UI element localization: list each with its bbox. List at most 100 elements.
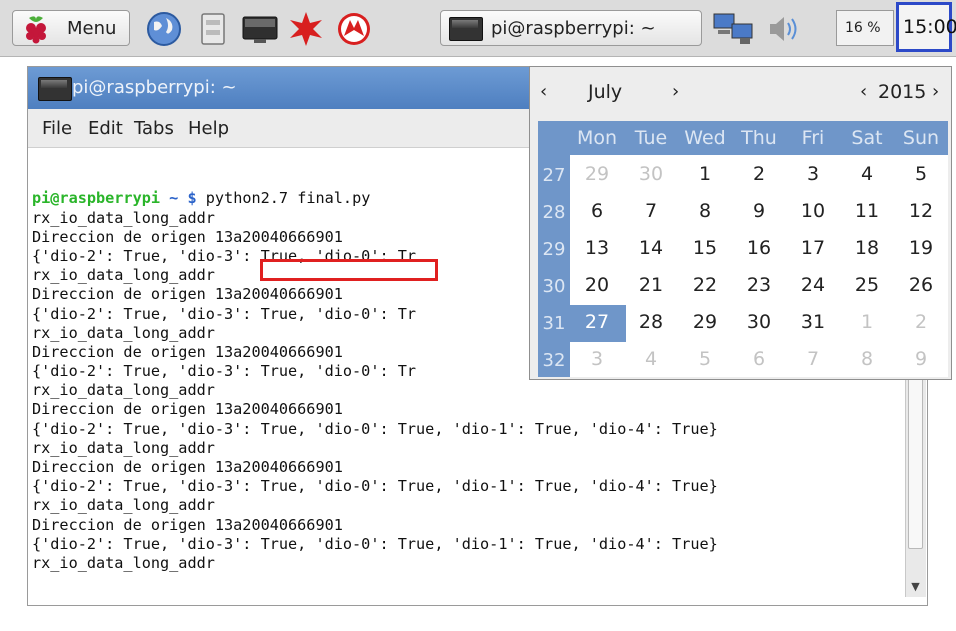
calendar-day[interactable]: 9 bbox=[732, 200, 786, 222]
calendar-day[interactable]: 17 bbox=[786, 237, 840, 259]
calendar-day[interactable]: 2 bbox=[894, 311, 948, 333]
calendar-day[interactable]: 11 bbox=[840, 200, 894, 222]
month-label: July bbox=[588, 81, 623, 103]
volume-icon[interactable] bbox=[764, 10, 804, 48]
weekday-sun: Sun bbox=[902, 127, 940, 149]
prev-year-button[interactable]: ‹ bbox=[860, 81, 867, 102]
cpu-usage-label: 16 % bbox=[845, 20, 881, 36]
calendar-day[interactable]: 7 bbox=[786, 348, 840, 370]
output-line: rx_io_data_long_addr bbox=[32, 381, 215, 400]
prompt-user: pi@raspberrypi bbox=[32, 189, 161, 208]
weekday-thu: Thu bbox=[741, 127, 777, 149]
output-line: Direccion de origen 13a20040666901 bbox=[32, 515, 343, 534]
terminal-icon[interactable] bbox=[240, 10, 280, 48]
calendar-day[interactable]: 22 bbox=[678, 274, 732, 296]
next-month-button[interactable]: › bbox=[672, 81, 679, 102]
terminal-icon bbox=[38, 77, 72, 101]
calendar-day[interactable]: 9 bbox=[894, 348, 948, 370]
output-line: {'dio-2': True, 'dio-3': True, 'dio-0': … bbox=[32, 419, 718, 438]
calendar-day[interactable]: 4 bbox=[624, 348, 678, 370]
weekday-header: Mon Tue Wed Thu Fri Sat Sun bbox=[570, 121, 948, 155]
week-number-column: 27 28 29 30 31 32 bbox=[538, 121, 570, 377]
web-browser-icon[interactable] bbox=[144, 10, 184, 48]
calendar-day[interactable]: 13 bbox=[570, 237, 624, 259]
terminal-icon bbox=[449, 17, 483, 41]
calendar-day[interactable]: 30 bbox=[624, 163, 678, 185]
prev-month-button[interactable]: ‹ bbox=[540, 81, 547, 102]
calendar-day[interactable]: 4 bbox=[840, 163, 894, 185]
network-icon[interactable] bbox=[712, 10, 756, 48]
calendar-day[interactable]: 30 bbox=[732, 311, 786, 333]
calendar-day[interactable]: 5 bbox=[678, 348, 732, 370]
menu-file[interactable]: File bbox=[42, 118, 72, 139]
calendar-day[interactable]: 31 bbox=[786, 311, 840, 333]
scroll-down-arrow-icon[interactable]: ▼ bbox=[908, 579, 923, 594]
clock-time: 15:00 bbox=[903, 16, 956, 38]
menu-help[interactable]: Help bbox=[188, 118, 229, 139]
calendar-day[interactable]: 16 bbox=[732, 237, 786, 259]
calendar-day[interactable]: 29 bbox=[570, 163, 624, 185]
calendar-day[interactable]: 3 bbox=[786, 163, 840, 185]
output-line: rx_io_data_long_addr bbox=[32, 438, 215, 457]
cpu-monitor[interactable]: 16 % bbox=[836, 10, 894, 46]
calendar-day[interactable]: 26 bbox=[894, 274, 948, 296]
calendar-day[interactable]: 1 bbox=[678, 163, 732, 185]
calendar-day[interactable]: 28 bbox=[624, 311, 678, 333]
next-year-button[interactable]: › bbox=[932, 81, 939, 102]
menu-button[interactable]: Menu bbox=[12, 10, 130, 46]
calendar-day[interactable]: 10 bbox=[786, 200, 840, 222]
calendar-day[interactable]: 19 bbox=[894, 237, 948, 259]
year-label: 2015 bbox=[878, 81, 927, 103]
prompt-dir: ~ $ bbox=[169, 189, 197, 208]
address-highlight-box bbox=[260, 259, 438, 281]
output-line: rx_io_data_long_addr bbox=[32, 553, 215, 572]
weekday-mon: Mon bbox=[576, 127, 618, 149]
output-line: {'dio-2': True, 'dio-3': True, 'dio-0': … bbox=[32, 477, 718, 496]
calendar-day[interactable]: 24 bbox=[786, 274, 840, 296]
output-line: Direccion de origen 13a20040666901 bbox=[32, 458, 343, 477]
output-line: {'dio-2': True, 'dio-3': True, 'dio-0': … bbox=[32, 534, 718, 553]
calendar-day[interactable]: 27 bbox=[570, 311, 624, 333]
calendar-day[interactable]: 6 bbox=[570, 200, 624, 222]
window-title: pi@raspberrypi: ~ bbox=[72, 77, 237, 98]
menu-label: Menu bbox=[67, 18, 117, 39]
week-number: 32 bbox=[542, 350, 566, 371]
week-number: 29 bbox=[542, 239, 566, 260]
calendar-day[interactable]: 6 bbox=[732, 348, 786, 370]
calendar-day[interactable]: 14 bbox=[624, 237, 678, 259]
calendar-header: ‹ July › ‹ 2015 › bbox=[530, 67, 951, 119]
calendar-day[interactable]: 15 bbox=[678, 237, 732, 259]
task-label: pi@raspberrypi: ~ bbox=[491, 18, 656, 39]
weekday-tue: Tue bbox=[634, 127, 668, 149]
calendar-day[interactable]: 2 bbox=[732, 163, 786, 185]
mathematica-icon[interactable] bbox=[286, 10, 326, 48]
week-number: 27 bbox=[542, 165, 566, 186]
calendar-day[interactable]: 23 bbox=[732, 274, 786, 296]
menu-edit[interactable]: Edit bbox=[88, 118, 123, 139]
file-manager-icon[interactable] bbox=[192, 10, 232, 48]
menu-tabs[interactable]: Tabs bbox=[134, 118, 174, 139]
calendar-day[interactable]: 3 bbox=[570, 348, 624, 370]
calendar-day[interactable]: 18 bbox=[840, 237, 894, 259]
calendar-day[interactable]: 1 bbox=[840, 311, 894, 333]
raspberry-icon bbox=[26, 16, 46, 44]
calendar-day[interactable]: 5 bbox=[894, 163, 948, 185]
weekday-wed: Wed bbox=[684, 127, 726, 149]
terminal-task-button[interactable]: pi@raspberrypi: ~ bbox=[440, 10, 702, 46]
calendar-day[interactable]: 12 bbox=[894, 200, 948, 222]
calendar-popup: ‹ July › ‹ 2015 › 27 28 29 30 31 32 Mon Tue Wed… bbox=[529, 66, 952, 380]
output-line: rx_io_data_long_addr bbox=[32, 496, 215, 515]
calendar-day[interactable]: 8 bbox=[678, 200, 732, 222]
calendar-day[interactable]: 25 bbox=[840, 274, 894, 296]
calendar-day[interactable]: 7 bbox=[624, 200, 678, 222]
taskbar: Menu pi@raspberrypi: ~ 16 % 15:00 bbox=[0, 0, 956, 57]
calendar-day[interactable]: 20 bbox=[570, 274, 624, 296]
calendar-day[interactable]: 21 bbox=[624, 274, 678, 296]
week-number: 31 bbox=[542, 313, 566, 334]
weekday-fri: Fri bbox=[801, 127, 825, 149]
calendar-day[interactable]: 8 bbox=[840, 348, 894, 370]
wolfram-icon[interactable] bbox=[334, 10, 374, 48]
calendar-day[interactable]: 29 bbox=[678, 311, 732, 333]
weekday-sat: Sat bbox=[851, 127, 883, 149]
clock[interactable]: 15:00 bbox=[896, 2, 956, 52]
